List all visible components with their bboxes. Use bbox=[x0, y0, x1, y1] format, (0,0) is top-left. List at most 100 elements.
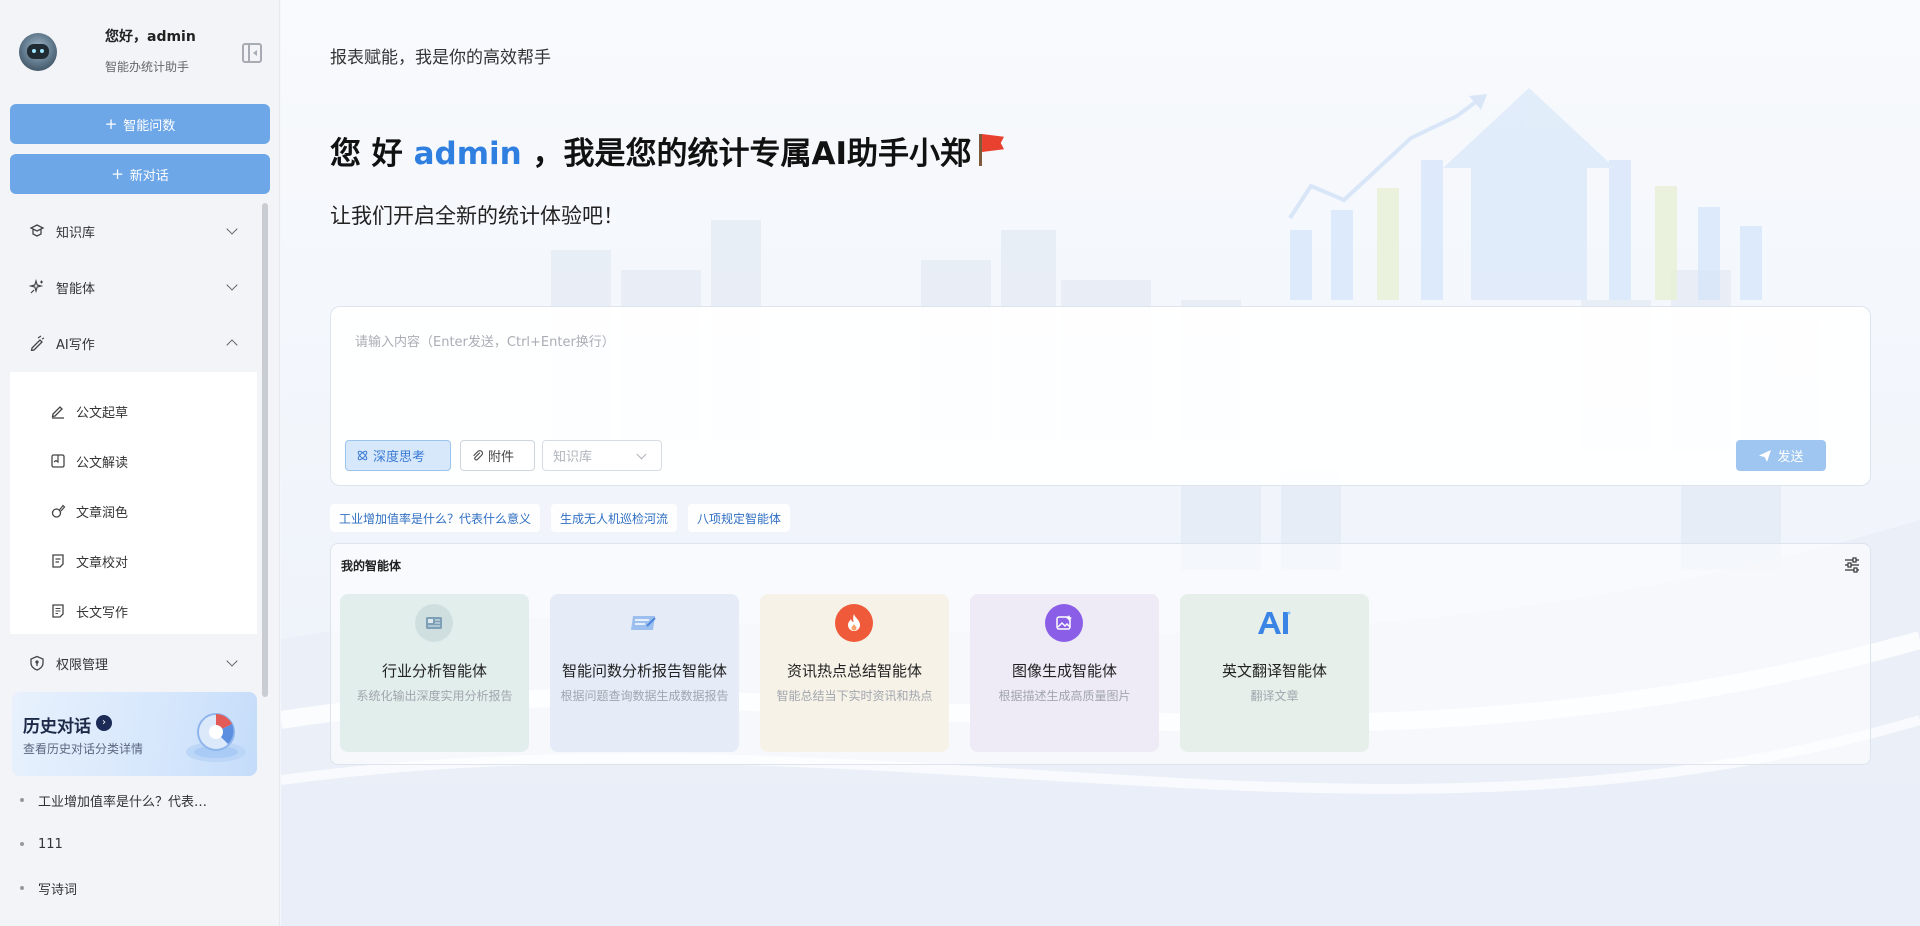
agent-card-qa-report[interactable]: 智能问数分析报告智能体 根据问题查询数据生成数据报告 bbox=[550, 594, 739, 752]
deep-think-button[interactable]: 深度思考 bbox=[345, 440, 451, 471]
hero-title: 您 好 admin ，我是您的统计专属AI助手小郑 bbox=[330, 128, 1005, 173]
avatar[interactable] bbox=[19, 33, 57, 71]
user-greeting: 您好，admin bbox=[105, 29, 196, 45]
new-qa-label: 智能问数 bbox=[123, 118, 176, 134]
submenu-label-interpret: 公文解读 bbox=[76, 455, 129, 471]
agent-card-industry-analysis[interactable]: 行业分析智能体 系统化输出深度实用分析报告 bbox=[340, 594, 529, 752]
chevron-up-icon bbox=[226, 339, 238, 351]
chevron-down-icon bbox=[226, 655, 238, 667]
menu-item-knowledge[interactable]: 知识库 bbox=[0, 211, 260, 251]
hero-subtitle: 让我们开启全新的统计体验吧！ bbox=[330, 204, 624, 228]
ai-pen-icon bbox=[30, 335, 45, 351]
chat-composer: 深度思考 附件 知识库 发送 bbox=[330, 306, 1871, 486]
bullet-icon bbox=[20, 842, 24, 846]
page-tagline: 报表赋能，我是你的高效帮手 bbox=[330, 48, 551, 68]
fire-icon bbox=[835, 604, 873, 642]
agent-card-image-gen[interactable]: 图像生成智能体 根据描述生成高质量图片 bbox=[970, 594, 1159, 752]
sidebar-scrollbar[interactable] bbox=[262, 203, 268, 697]
image-gen-icon bbox=[1045, 604, 1083, 642]
my-agents-panel: 我的智能体 行业分析智能体 系统化输出深度实用分析报告 智能问数分析报告智能体 … bbox=[330, 543, 1871, 765]
agent-description: 根据描述生成高质量图片 bbox=[998, 689, 1131, 703]
menu-item-ai-writing[interactable]: AI写作 bbox=[0, 323, 260, 363]
menu-item-permissions[interactable]: 权限管理 bbox=[0, 643, 260, 683]
send-plane-icon bbox=[1759, 449, 1772, 462]
menu-label-agents: 智能体 bbox=[56, 281, 96, 297]
deep-think-label: 深度思考 bbox=[373, 450, 426, 465]
submenu-label-longform: 长文写作 bbox=[76, 605, 129, 621]
shield-icon bbox=[30, 655, 44, 671]
submenu-item-polish[interactable]: 文章润色 bbox=[10, 491, 257, 531]
menu-label-ai-writing: AI写作 bbox=[56, 337, 95, 353]
plus-icon: + bbox=[111, 164, 124, 183]
history-item-label: 工业增加值率是什么？代表什么意义 bbox=[38, 794, 218, 810]
submenu-item-proofread[interactable]: 文章校对 bbox=[10, 541, 257, 581]
history-item[interactable]: 工业增加值率是什么？代表什么意义 bbox=[0, 778, 260, 822]
hero-suffix: ，我是您的统计专属AI助手小郑 bbox=[532, 136, 972, 172]
attach-button[interactable]: 附件 bbox=[460, 440, 535, 471]
menu-label-knowledge: 知识库 bbox=[56, 225, 96, 241]
user-subtitle: 智能办统计助手 bbox=[105, 60, 190, 74]
history-item[interactable]: 111 bbox=[0, 822, 260, 866]
chevron-down-icon bbox=[226, 223, 238, 235]
submenu-label-drafting: 公文起草 bbox=[76, 405, 129, 421]
sidebar: 您好，admin 智能办统计助手 + 智能问数 + 新对话 知识库 智能体 AI… bbox=[0, 0, 280, 926]
history-subtitle: 查看历史对话分类详情 bbox=[23, 742, 144, 756]
red-flag-icon bbox=[975, 132, 1005, 166]
chevron-down-icon bbox=[636, 449, 647, 460]
send-label: 发送 bbox=[1777, 450, 1804, 465]
history-card[interactable]: 历史对话 › 查看历史对话分类详情 bbox=[12, 692, 257, 776]
paperclip-icon bbox=[473, 450, 483, 461]
history-item[interactable]: 写诗词 bbox=[0, 866, 260, 910]
menu-item-agents[interactable]: 智能体 bbox=[0, 267, 260, 307]
agent-description: 系统化输出深度实用分析报告 bbox=[356, 689, 513, 703]
agent-card-news-summary[interactable]: 资讯热点总结智能体 智能总结当下实时资讯和热点 bbox=[760, 594, 949, 752]
proofread-icon bbox=[52, 554, 64, 568]
bullet-icon bbox=[20, 798, 24, 802]
agent-name: 智能问数分析报告智能体 bbox=[561, 662, 727, 680]
chevron-down-icon bbox=[226, 279, 238, 291]
agent-description: 根据问题查询数据生成数据报告 bbox=[560, 689, 729, 703]
suggestion-chip[interactable]: 八项规定智能体 bbox=[688, 504, 791, 532]
settings-sliders-icon[interactable] bbox=[1843, 556, 1861, 574]
report-icon bbox=[625, 604, 663, 642]
polish-icon bbox=[51, 504, 66, 518]
message-input[interactable] bbox=[355, 331, 1755, 401]
bullet-icon bbox=[20, 886, 24, 890]
industry-analysis-icon bbox=[415, 604, 453, 642]
submenu-item-drafting[interactable]: 公文起草 bbox=[10, 391, 257, 431]
knowledge-base-select[interactable]: 知识库 bbox=[542, 440, 662, 471]
plus-icon: + bbox=[104, 114, 118, 133]
agent-card-translate[interactable]: 英文翻译智能体 翻译文章 bbox=[1180, 594, 1369, 752]
my-agents-title: 我的智能体 bbox=[341, 559, 402, 573]
agent-name: 图像生成智能体 bbox=[1011, 662, 1117, 680]
knowledge-base-placeholder: 知识库 bbox=[553, 450, 593, 465]
submenu-label-polish: 文章润色 bbox=[76, 505, 129, 521]
hero-prefix: 您 好 bbox=[330, 136, 403, 172]
agent-description: 翻译文章 bbox=[1250, 689, 1299, 703]
new-chat-button[interactable]: + 新对话 bbox=[10, 154, 270, 194]
collapse-sidebar-icon[interactable] bbox=[242, 43, 262, 63]
book-icon bbox=[51, 454, 65, 468]
atom-icon bbox=[357, 450, 368, 461]
history-item-label: 111 bbox=[38, 836, 63, 852]
new-chat-label: 新对话 bbox=[129, 168, 169, 184]
agent-name: 英文翻译智能体 bbox=[1221, 662, 1327, 680]
hero-username: admin bbox=[413, 136, 522, 172]
agent-description: 智能总结当下实时资讯和热点 bbox=[776, 689, 933, 703]
new-qa-button[interactable]: + 智能问数 bbox=[10, 104, 270, 144]
suggestion-chip[interactable]: 工业增加值率是什么？代表什么意义 bbox=[330, 504, 541, 532]
suggestion-chip[interactable]: 生成无人机巡检河流 bbox=[551, 504, 678, 532]
submenu-item-longform[interactable]: 长文写作 bbox=[10, 591, 257, 631]
send-button[interactable]: 发送 bbox=[1736, 440, 1826, 471]
arrow-right-icon: › bbox=[96, 715, 112, 731]
agent-name: 资讯热点总结智能体 bbox=[786, 662, 922, 680]
history-title: 历史对话 bbox=[23, 717, 91, 737]
history-illustration-icon bbox=[186, 713, 246, 762]
submenu-item-interpret[interactable]: 公文解读 bbox=[10, 441, 257, 481]
ai-translate-icon bbox=[1255, 604, 1293, 642]
attach-label: 附件 bbox=[488, 450, 515, 465]
agent-name: 行业分析智能体 bbox=[381, 662, 487, 680]
submenu-label-proofread: 文章校对 bbox=[76, 555, 129, 571]
main-content: 报表赋能，我是你的高效帮手 您 好 admin ，我是您的统计专属AI助手小郑 … bbox=[281, 0, 1920, 926]
agent-sparkle-icon bbox=[29, 279, 44, 294]
